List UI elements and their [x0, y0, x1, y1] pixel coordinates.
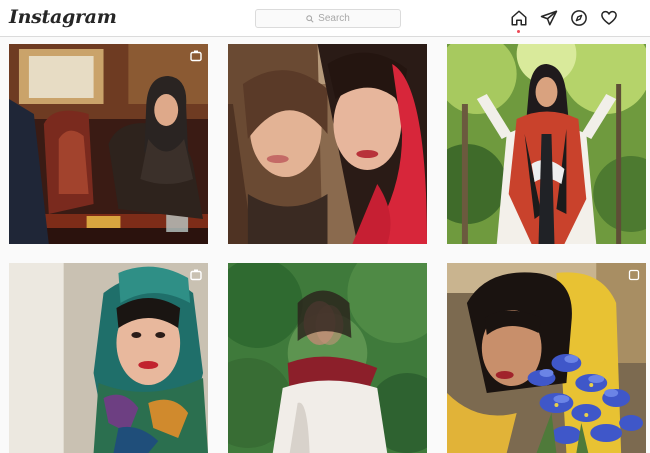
search-icon [306, 14, 314, 23]
post-image [447, 263, 646, 453]
post-image [9, 263, 208, 453]
post-image [228, 44, 427, 244]
profile-posts-grid [0, 37, 650, 453]
search-placeholder: Search [318, 13, 350, 24]
top-navigation-bar: Instagram Search [0, 0, 650, 37]
post-thumbnail[interactable] [447, 263, 646, 453]
post-thumbnail[interactable] [228, 44, 427, 244]
activity-heart-icon[interactable] [600, 9, 618, 27]
igtv-icon [190, 50, 202, 62]
explore-compass-icon[interactable] [570, 9, 588, 27]
direct-message-icon[interactable] [540, 9, 558, 27]
post-image [9, 44, 208, 244]
post-thumbnail[interactable] [9, 263, 208, 453]
carousel-icon [628, 269, 640, 281]
active-indicator-dot [517, 30, 520, 33]
post-thumbnail[interactable] [447, 44, 646, 244]
post-image [228, 263, 427, 453]
post-thumbnail[interactable] [228, 263, 427, 453]
search-input[interactable]: Search [255, 9, 401, 28]
post-image [447, 44, 646, 244]
igtv-icon [190, 269, 202, 281]
home-icon[interactable] [510, 9, 528, 27]
post-thumbnail[interactable] [9, 44, 208, 244]
instagram-logo[interactable]: Instagram [9, 6, 117, 28]
